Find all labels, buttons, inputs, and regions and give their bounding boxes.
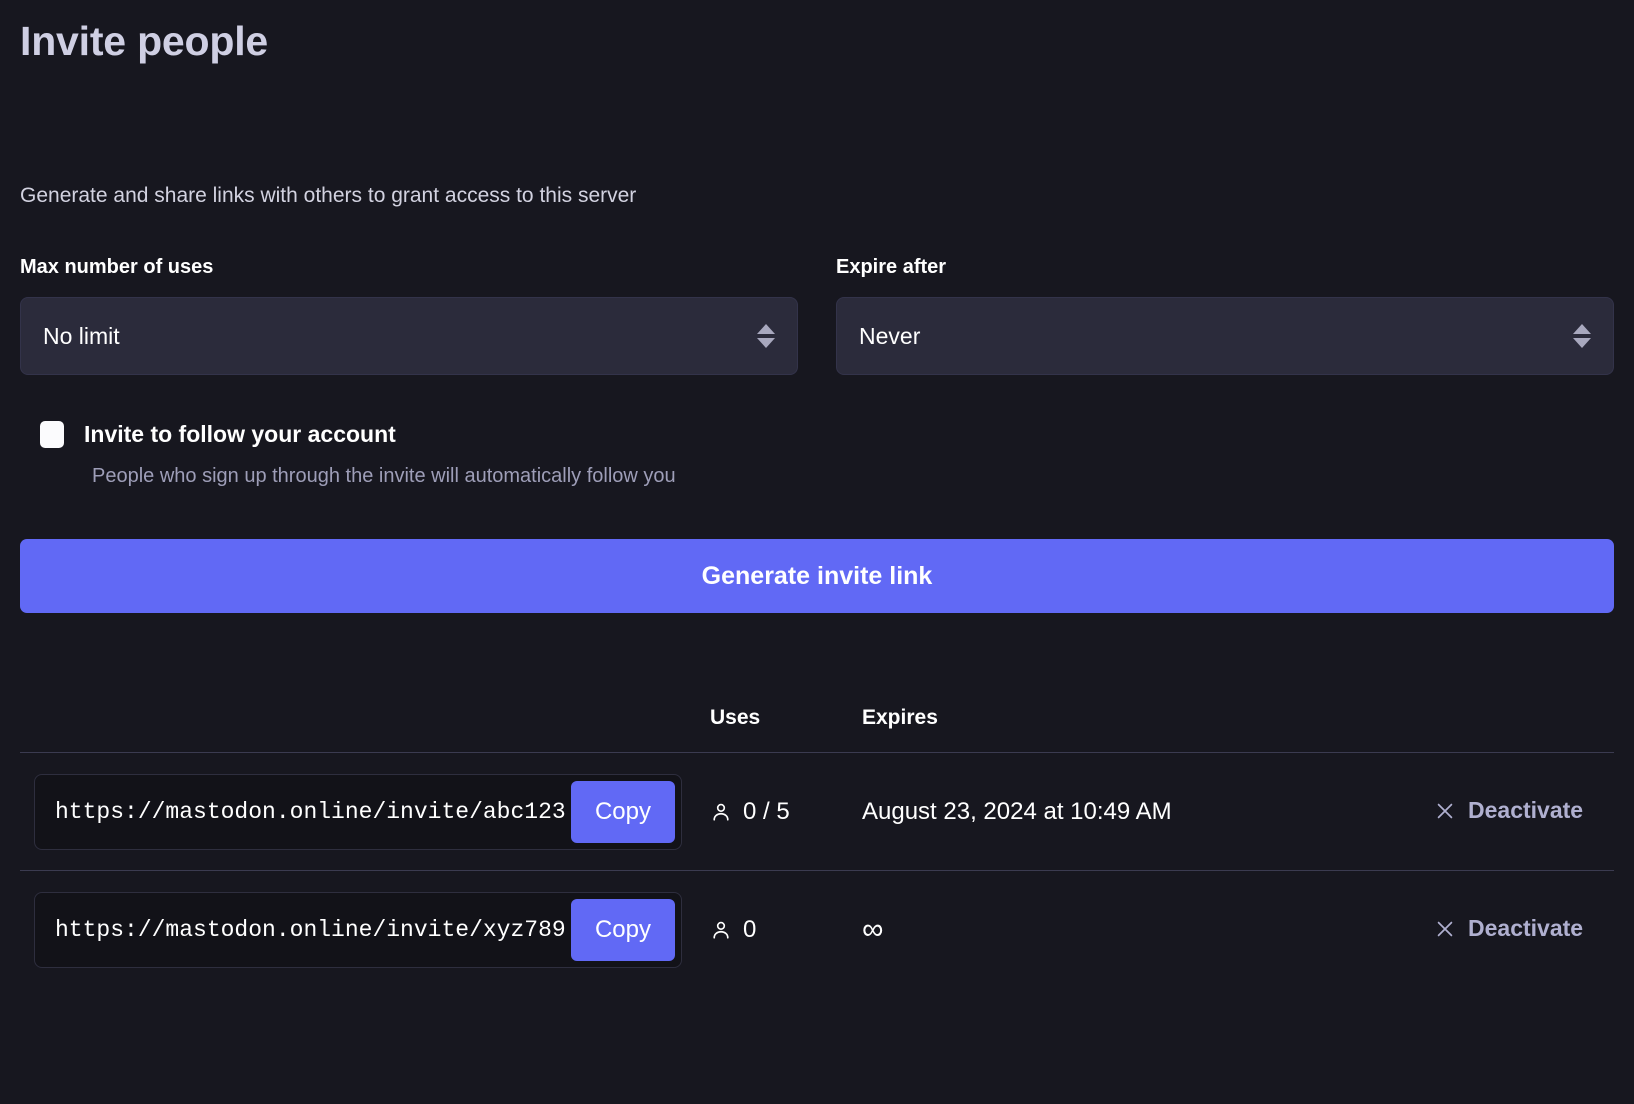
invite-link-cell: https://mastodon.online/invite/abc123 Co…	[20, 773, 710, 850]
invite-link-cell: https://mastodon.online/invite/xyz789 Co…	[20, 891, 710, 968]
invite-link-text: https://mastodon.online/invite/abc123	[55, 798, 566, 825]
copy-button[interactable]: Copy	[570, 780, 675, 843]
invite-to-follow-checkbox[interactable]	[40, 421, 64, 449]
invite-uses-value: 0	[743, 915, 757, 943]
invite-to-follow-label: Invite to follow your account	[84, 421, 396, 448]
expire-after-field: Expire after Never	[836, 256, 1614, 376]
header-expires: Expires	[862, 706, 938, 730]
person-icon	[713, 921, 729, 939]
invite-action-cell: Deactivate	[1434, 797, 1614, 827]
deactivate-link[interactable]: Deactivate	[1434, 797, 1583, 824]
follow-option-block: Invite to follow your account People who…	[20, 421, 1614, 488]
page-description: Generate and share links with others to …	[20, 184, 637, 208]
follow-checkbox-row[interactable]: Invite to follow your account	[20, 421, 1614, 449]
invite-people-page: Invite people Generate and share links w…	[0, 0, 1634, 1104]
stepper-arrows-icon	[757, 324, 775, 349]
invite-action-cell: Deactivate	[1434, 915, 1614, 945]
max-uses-value: No limit	[43, 322, 120, 349]
deactivate-label: Deactivate	[1468, 915, 1584, 942]
invite-uses-value: 0 / 5	[743, 797, 790, 825]
close-icon	[1437, 803, 1453, 818]
table-row: https://mastodon.online/invite/abc123 Co…	[20, 752, 1614, 870]
max-uses-field: Max number of uses No limit	[20, 256, 798, 376]
expire-after-value: Never	[859, 322, 921, 349]
person-icon	[713, 803, 729, 821]
expire-after-label: Expire after	[836, 256, 947, 279]
invite-to-follow-hint: People who sign up through the invite wi…	[92, 465, 676, 488]
stepper-arrows-icon	[1573, 324, 1591, 349]
copy-button[interactable]: Copy	[570, 898, 675, 961]
invite-link-field[interactable]: https://mastodon.online/invite/xyz789 Co…	[34, 891, 682, 968]
invite-settings-row: Max number of uses No limit Expire after…	[20, 256, 1614, 376]
invite-link-text: https://mastodon.online/invite/xyz789	[55, 916, 566, 943]
invite-uses-cell: 0 / 5	[710, 798, 862, 826]
max-uses-label: Max number of uses	[20, 256, 214, 279]
max-uses-select[interactable]: No limit	[20, 297, 798, 376]
table-row: https://mastodon.online/invite/xyz789 Co…	[20, 870, 1614, 988]
invite-expires-cell: ∞	[862, 912, 884, 946]
invite-uses-cell: 0	[710, 916, 862, 944]
header-uses: Uses	[710, 706, 761, 730]
page-title: Invite people	[20, 18, 269, 64]
expire-after-select[interactable]: Never	[836, 297, 1614, 376]
invite-expires-cell: August 23, 2024 at 10:49 AM	[862, 797, 1172, 825]
close-icon	[1437, 921, 1453, 936]
invites-table-header: Uses Expires	[20, 706, 1614, 752]
invite-link-field[interactable]: https://mastodon.online/invite/abc123 Co…	[34, 773, 682, 850]
deactivate-label: Deactivate	[1468, 797, 1584, 824]
deactivate-link[interactable]: Deactivate	[1434, 915, 1583, 942]
invites-table: Uses Expires https://mastodon.online/inv…	[20, 706, 1614, 988]
generate-invite-link-button[interactable]: Generate invite link	[20, 539, 1614, 614]
